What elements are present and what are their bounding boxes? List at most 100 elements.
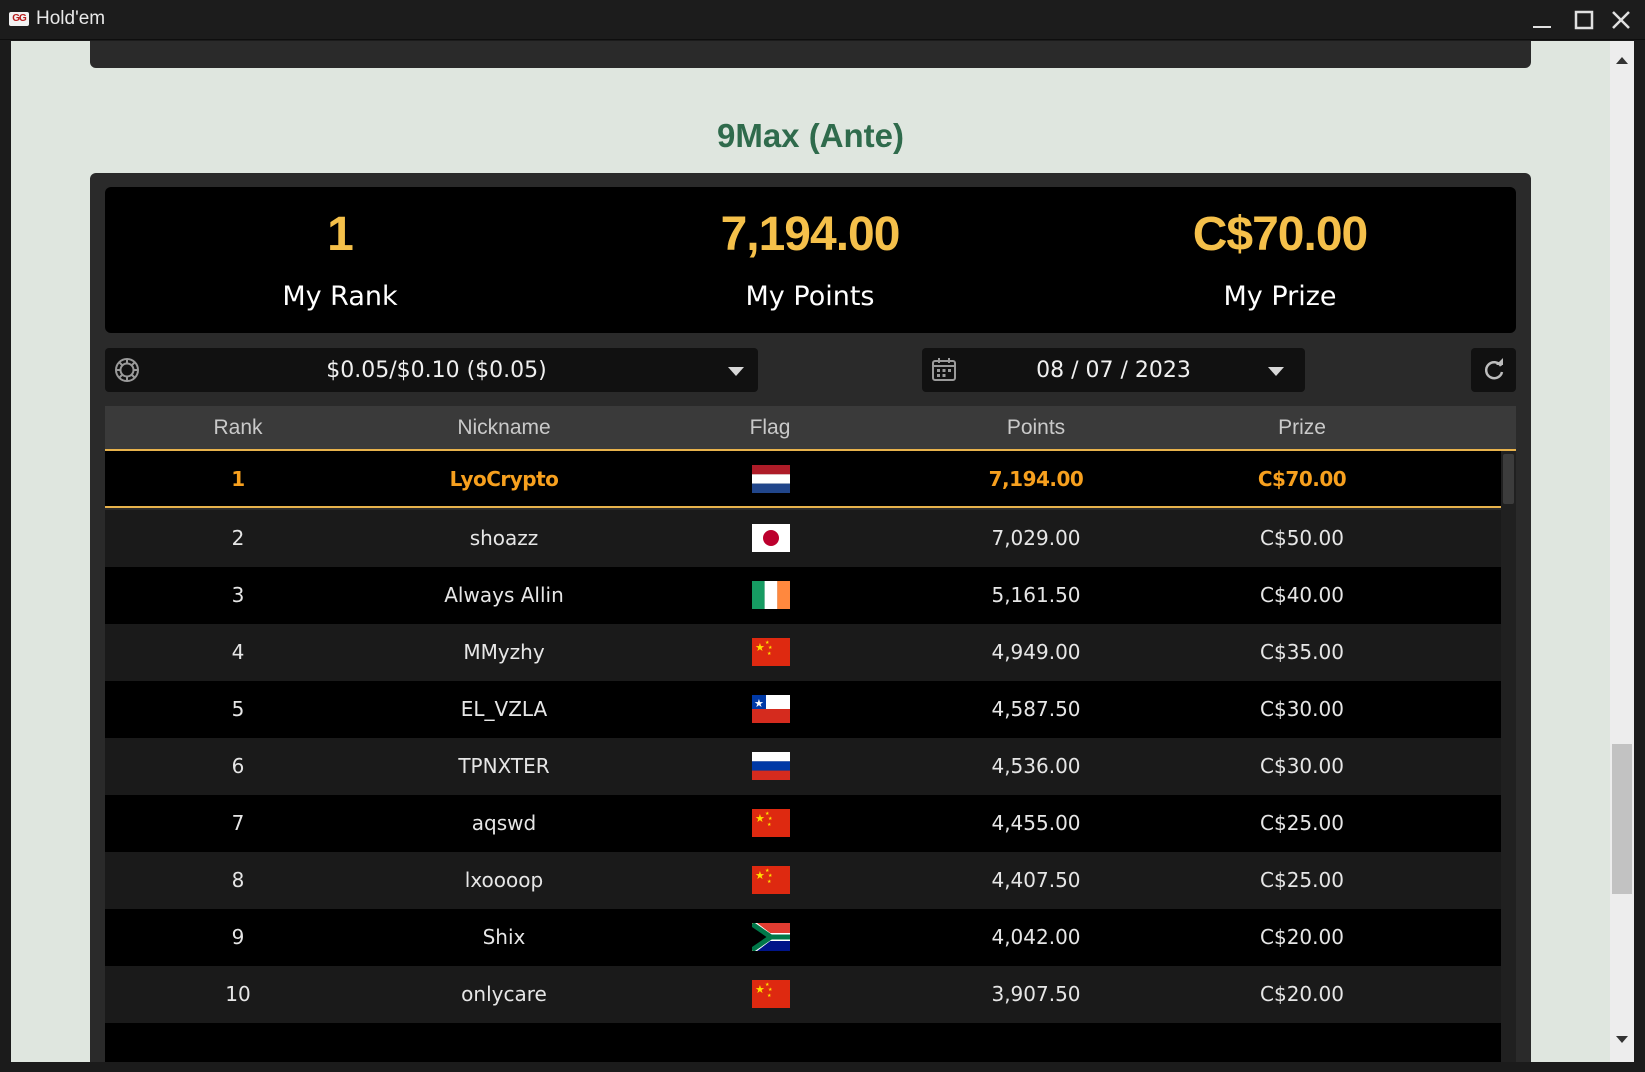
close-icon — [1612, 11, 1630, 29]
col-header-prize[interactable]: Prize — [1169, 416, 1435, 440]
nickname-cell: lxoooop — [464, 868, 544, 892]
app-window: GG Hold'em 9Max (Ante) 1 My Rank 7,194.0… — [0, 0, 1645, 1072]
my-rank-stat: 1 My Rank — [105, 187, 575, 333]
col-header-points[interactable]: Points — [903, 416, 1169, 440]
prize-cell: C$20.00 — [1260, 982, 1344, 1006]
flag-cell: ★ — [637, 681, 903, 738]
leaderboard-rows: 1 LyoCrypto 7,194.00 C$70.00 2 shoazz 7,… — [105, 451, 1501, 1062]
app-logo: GG — [9, 12, 29, 26]
table-scroll-thumb[interactable] — [1503, 454, 1514, 504]
nickname-cell: TPNXTER — [458, 754, 550, 778]
rank-cell: 2 — [231, 526, 245, 550]
china-flag-icon: ★ ★ ★ ★ — [752, 809, 790, 837]
svg-text:★: ★ — [754, 697, 764, 710]
table-row[interactable]: 9 Shix 4,042.00 C$20.00 — [105, 909, 1501, 966]
scroll-up-icon[interactable] — [1616, 57, 1628, 64]
points-cell: 7,029.00 — [991, 526, 1081, 550]
minimize-button[interactable] — [1527, 5, 1557, 35]
china-flag-icon: ★ ★ ★ ★ — [752, 980, 790, 1008]
table-row[interactable]: 5 EL_VZLA ★ 4,587.50 C$30.00 — [105, 681, 1501, 738]
table-row[interactable]: 7 aqswd ★ ★ ★ ★ 4,455.00 C$25.00 — [105, 795, 1501, 852]
rank-cell: 7 — [231, 811, 245, 835]
maximize-icon — [1574, 10, 1594, 30]
table-row[interactable]: 3 Always Allin 5,161.50 C$40.00 — [105, 567, 1501, 624]
table-row[interactable]: 2 shoazz 7,029.00 C$50.00 — [105, 510, 1501, 567]
rank-cell: 9 — [231, 925, 245, 949]
minimize-icon — [1533, 26, 1551, 28]
netherlands-flag-icon — [752, 465, 790, 493]
flag-cell — [637, 510, 903, 567]
table-scrollbar[interactable] — [1501, 451, 1516, 1062]
rank-cell: 3 — [231, 583, 245, 607]
col-header-rank[interactable]: Rank — [105, 416, 371, 440]
nickname-cell: onlycare — [461, 982, 547, 1006]
chile-flag-icon: ★ — [752, 695, 790, 723]
my-prize-value: C$70.00 — [1192, 208, 1368, 261]
my-stats: 1 My Rank 7,194.00 My Points C$70.00 My … — [105, 187, 1516, 333]
col-header-nickname[interactable]: Nickname — [371, 416, 637, 440]
table-row[interactable]: 10 onlycare ★ ★ ★ ★ 3,907.50 C$20.00 — [105, 966, 1501, 1023]
scroll-down-icon[interactable] — [1616, 1036, 1628, 1043]
points-cell: 4,949.00 — [991, 640, 1081, 664]
date-picker[interactable]: 08 / 07 / 2023 — [922, 348, 1305, 392]
my-rank-label: My Rank — [282, 281, 398, 312]
svg-text:★: ★ — [767, 651, 772, 657]
my-points-stat: 7,194.00 My Points — [575, 187, 1045, 333]
nickname-cell: EL_VZLA — [460, 697, 548, 721]
nickname-cell: aqswd — [471, 811, 537, 835]
prize-cell: C$25.00 — [1260, 868, 1344, 892]
chevron-down-icon — [1268, 367, 1284, 376]
ireland-flag-icon — [752, 581, 790, 609]
close-button[interactable] — [1606, 5, 1636, 35]
south-africa-flag-icon — [752, 923, 790, 951]
page-scroll-thumb[interactable] — [1612, 744, 1632, 894]
my-prize-stat: C$70.00 My Prize — [1045, 187, 1515, 333]
flag-cell: ★ ★ ★ ★ — [637, 624, 903, 681]
svg-text:★: ★ — [755, 869, 765, 882]
prize-cell: C$40.00 — [1260, 583, 1344, 607]
leaderboard-panel: 1 My Rank 7,194.00 My Points C$70.00 My … — [90, 173, 1531, 1062]
flag-cell: ★ ★ ★ ★ — [637, 966, 903, 1023]
prize-cell: C$20.00 — [1260, 925, 1344, 949]
nickname-cell: shoazz — [469, 526, 539, 550]
stakes-dropdown[interactable]: $0.05/$0.10 ($0.05) — [105, 348, 758, 392]
points-cell: 3,907.50 — [991, 982, 1081, 1006]
table-row[interactable]: 6 TPNXTER 4,536.00 C$30.00 — [105, 738, 1501, 795]
japan-flag-icon — [752, 524, 790, 552]
prize-cell: C$50.00 — [1260, 526, 1344, 550]
table-header: Rank Nickname Flag Points Prize — [105, 406, 1516, 451]
flag-cell — [637, 909, 903, 966]
prize-cell: C$25.00 — [1260, 811, 1344, 835]
svg-text:★: ★ — [755, 641, 765, 654]
section-title: 9Max (Ante) — [716, 117, 905, 154]
flag-cell — [637, 451, 903, 508]
svg-text:★: ★ — [767, 822, 772, 828]
points-cell: 5,161.50 — [991, 583, 1081, 607]
chevron-down-icon — [728, 367, 744, 376]
points-cell: 4,042.00 — [991, 925, 1081, 949]
col-header-flag[interactable]: Flag — [637, 416, 903, 440]
table-row[interactable]: 8 lxoooop ★ ★ ★ ★ 4,407.50 C$25.00 — [105, 852, 1501, 909]
table-row-my[interactable]: 1 LyoCrypto 7,194.00 C$70.00 — [105, 451, 1501, 508]
svg-text:★: ★ — [767, 993, 772, 999]
flag-cell: ★ ★ ★ ★ — [637, 795, 903, 852]
svg-text:★: ★ — [767, 879, 772, 885]
refresh-button[interactable] — [1471, 348, 1516, 392]
table-row[interactable]: 4 MMyzhy ★ ★ ★ ★ 4,949.00 C$35.00 — [105, 624, 1501, 681]
points-cell: 4,455.00 — [991, 811, 1081, 835]
my-prize-label: My Prize — [1223, 281, 1337, 312]
rank-cell: 4 — [231, 640, 245, 664]
table-row-partial — [105, 1023, 1501, 1062]
nickname-cell: MMyzhy — [463, 640, 545, 664]
prize-cell: C$35.00 — [1260, 640, 1344, 664]
points-cell: 4,536.00 — [991, 754, 1081, 778]
my-rank-value: 1 — [327, 208, 354, 261]
window-bottom-border — [0, 1062, 1645, 1072]
nickname-cell: Shix — [482, 925, 526, 949]
points-cell: 7,194.00 — [988, 467, 1084, 491]
maximize-button[interactable] — [1569, 5, 1599, 35]
window-title: Hold'em — [36, 8, 106, 29]
flag-cell — [637, 567, 903, 624]
nickname-cell: LyoCrypto — [449, 467, 559, 491]
page-scrollbar[interactable] — [1610, 41, 1634, 1062]
